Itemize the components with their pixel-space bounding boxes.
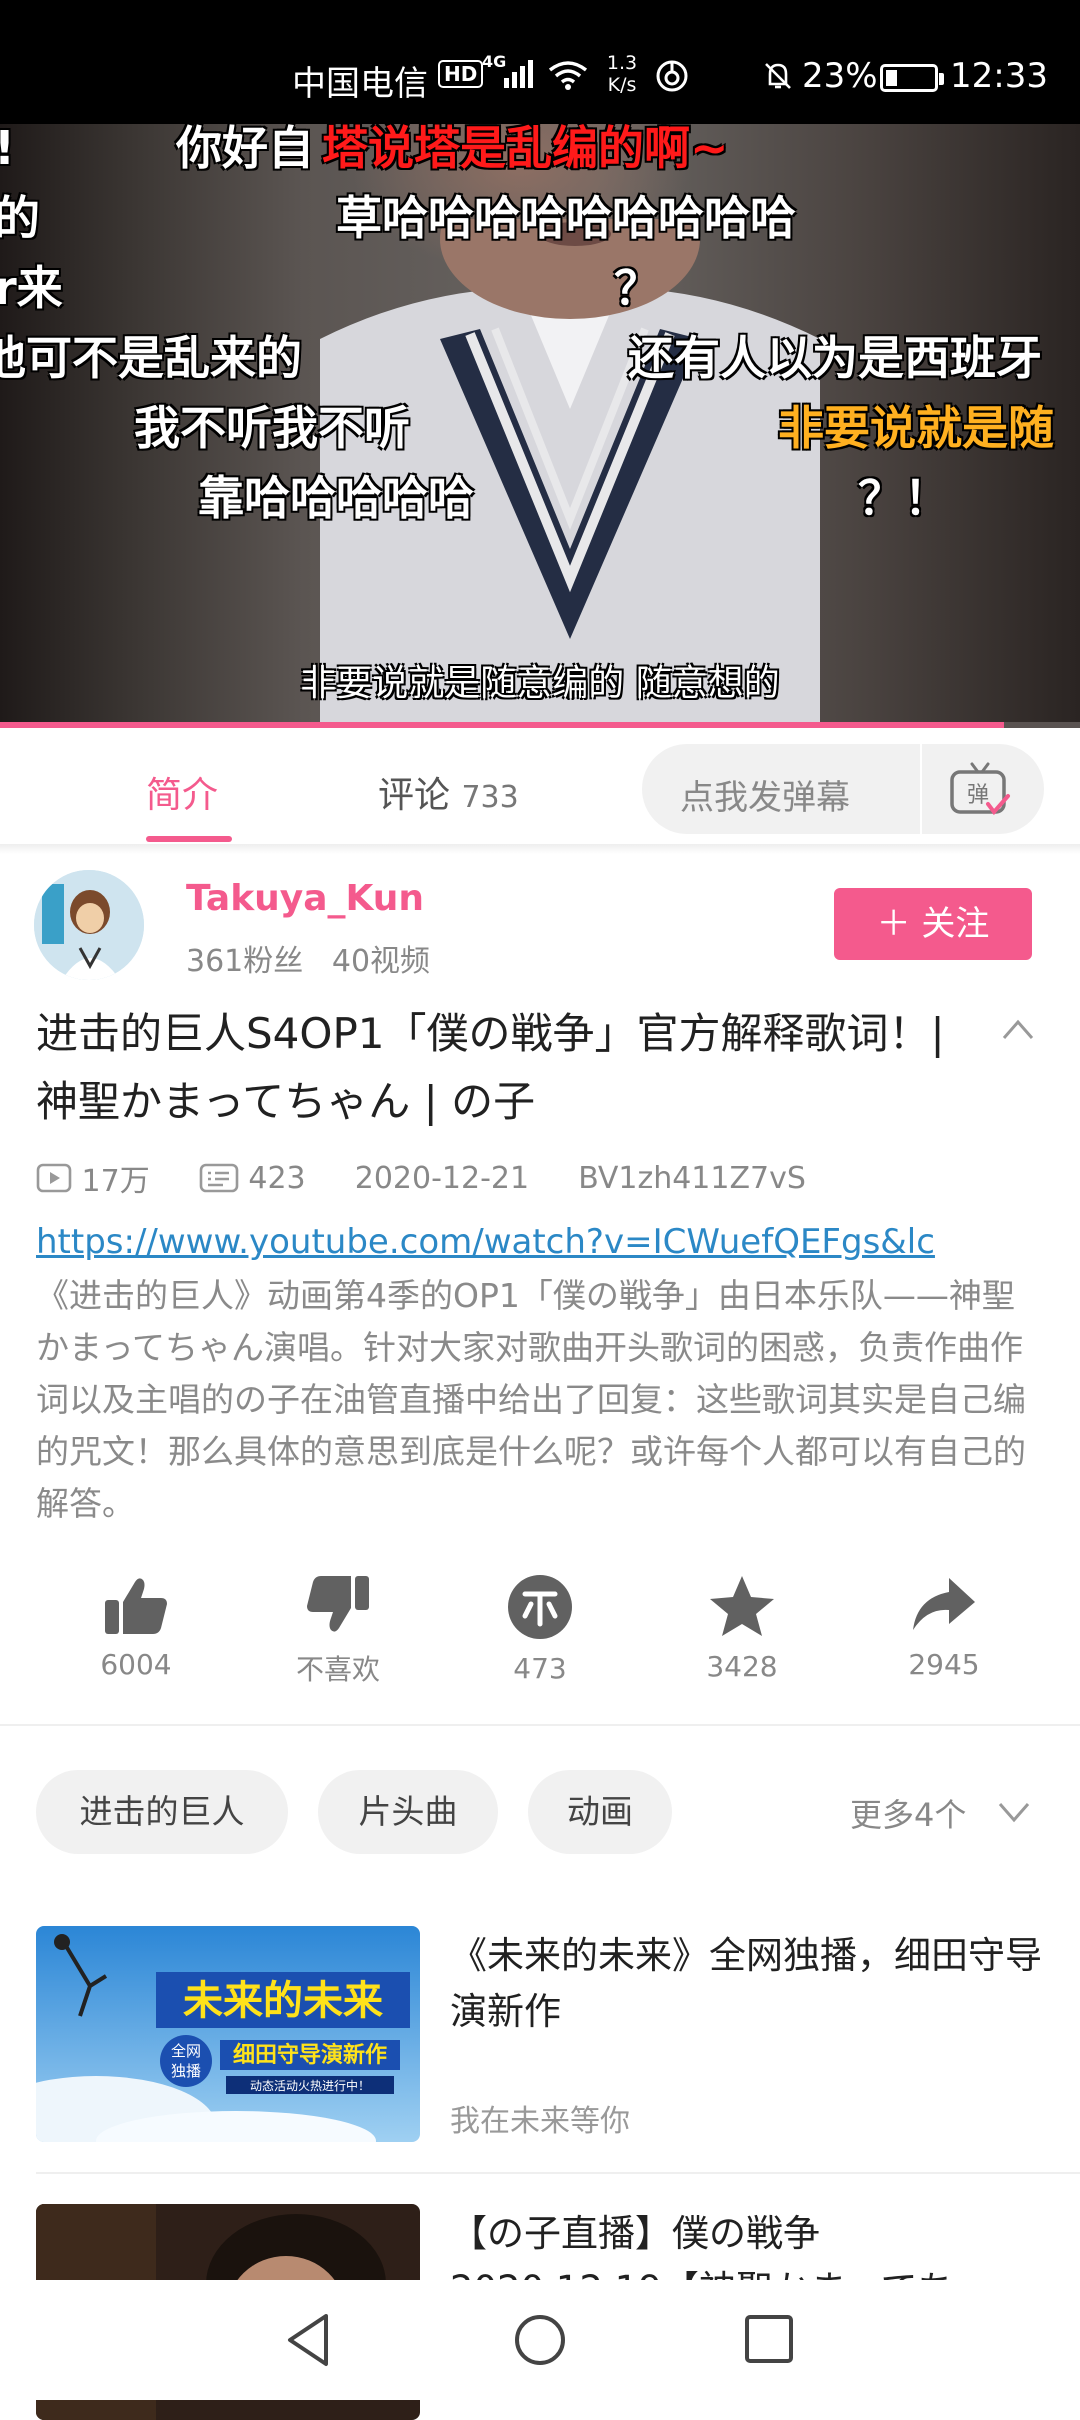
- system-nav-bar: [0, 2280, 1080, 2400]
- comments-count: 733: [461, 780, 519, 815]
- tab-active-indicator: [146, 836, 232, 842]
- svg-text:动态活动火热进行中！: 动态活动火热进行中！: [250, 2078, 370, 2093]
- recommended-title[interactable]: 《未来的未来》全网独播，细田守导演新作: [450, 1928, 1050, 2040]
- bvid: BV1zh411Z7vS: [578, 1160, 806, 1196]
- share-count: 2945: [908, 1648, 980, 1681]
- danmaku-comment: 草哈哈哈哈哈哈哈哈哈: [336, 191, 796, 245]
- coin-count: 473: [513, 1652, 567, 1685]
- video-description: 《进击的巨人》动画第4季的OP1「僕の戦争」由日本乐队——神聖かまってちゃん演唱…: [36, 1276, 1026, 1523]
- hd-badge: HD: [438, 60, 484, 88]
- uploader-name[interactable]: Takuya_Kun: [186, 878, 424, 919]
- danmaku-count-icon: [199, 1163, 239, 1193]
- back-icon[interactable]: [284, 2312, 332, 2368]
- favorite-count: 3428: [706, 1650, 778, 1683]
- danmaku-comment: r来: [0, 261, 63, 315]
- danmaku-count: 423: [248, 1160, 306, 1196]
- star-icon: [710, 1576, 774, 1636]
- mute-bell-icon: [765, 63, 791, 89]
- like-count: 6004: [100, 1648, 172, 1681]
- svg-text:全网: 全网: [171, 2042, 201, 2060]
- dislike-button[interactable]: 不喜欢: [268, 1574, 408, 1688]
- play-count-icon: [36, 1163, 72, 1193]
- avatar[interactable]: [34, 870, 144, 980]
- network-speed: 1.3 K/s: [606, 52, 638, 96]
- recommended-thumbnail[interactable]: 未来的未来 全网 独播 细田守导演新作 动态活动火热进行中！: [36, 1926, 420, 2142]
- svg-text:弹: 弹: [967, 783, 989, 808]
- tag-chip[interactable]: 动画: [528, 1770, 672, 1854]
- danmaku-input-placeholder: 点我发弹幕: [680, 778, 850, 818]
- danmaku-comment: 塔说塔是乱编的啊~: [322, 124, 729, 175]
- hotspot-icon: [656, 60, 688, 92]
- thumbs-up-icon: [105, 1578, 167, 1634]
- danmaku-comment: ？！: [858, 471, 950, 525]
- svg-text:独播: 独播: [171, 2062, 201, 2080]
- like-button[interactable]: 6004: [66, 1574, 206, 1681]
- recents-icon[interactable]: [744, 2314, 794, 2364]
- publish-date: 2020-12-21: [354, 1160, 530, 1196]
- favorite-button[interactable]: 3428: [672, 1574, 812, 1683]
- svg-text:细田守导演新作: 细田守导演新作: [233, 2042, 387, 2068]
- danmaku-comment: 的: [0, 191, 40, 245]
- uploader-stats: 361粉丝 40视频: [186, 936, 430, 980]
- clock: 12:33: [950, 56, 1048, 96]
- fans-count: 361粉丝: [186, 944, 304, 979]
- tag-chip[interactable]: 进击的巨人: [36, 1770, 288, 1854]
- more-tags-button[interactable]: 更多4个: [850, 1790, 966, 1836]
- video-meta: 17万 423 2020-12-21 BV1zh411Z7vS: [36, 1156, 806, 1200]
- danmaku-toggle-icon[interactable]: 弹: [948, 760, 1012, 820]
- play-count: 17万: [81, 1164, 150, 1199]
- wifi-icon: [548, 61, 588, 90]
- dislike-label: 不喜欢: [295, 1653, 380, 1686]
- thumbs-down-icon: [307, 1576, 369, 1632]
- video-title: 进击的巨人S4OP1「僕の戦争」官方解释歌词！| 神聖かまってちゃん | の子: [36, 1009, 945, 1126]
- video-count: 40视频: [331, 944, 431, 979]
- video-player[interactable]: ! 你好自 塔说塔是乱编的啊~ 的 草哈哈哈哈哈哈哈哈哈 r来 ？ 他可不是乱来…: [0, 124, 1080, 728]
- description-link[interactable]: https://www.youtube.com/watch?v=ICWuefQE…: [36, 1222, 935, 1262]
- coin-button[interactable]: 473: [470, 1574, 610, 1685]
- tab-intro[interactable]: 简介: [146, 766, 218, 818]
- danmaku-comment: 靠哈哈哈哈哈: [198, 471, 474, 525]
- coin-icon: [508, 1575, 572, 1639]
- danmaku-comment: 你好自: [176, 124, 314, 175]
- tab-comments[interactable]: 评论 733: [378, 766, 519, 818]
- share-icon: [913, 1578, 975, 1630]
- tab-bar: 简介 评论 733 点我发弹幕 弹: [0, 728, 1080, 846]
- follow-button[interactable]: ＋ 关注: [834, 888, 1032, 960]
- status-bar: 中国电信 HD 4G 1.3 K/s 23% 12:33: [0, 0, 1080, 124]
- danmaku-input[interactable]: 点我发弹幕 弹: [642, 744, 1044, 834]
- carrier-name: 中国电信: [292, 64, 428, 104]
- battery-percent: 23%: [802, 56, 878, 96]
- danmaku-comment: 还有人以为是西班牙: [628, 331, 1042, 385]
- svg-text:未来的未来: 未来的未来: [183, 1978, 383, 2024]
- signal-icon: [504, 60, 533, 88]
- danmaku-comment: 非要说就是随: [778, 401, 1054, 455]
- chevron-up-icon[interactable]: [1000, 1014, 1036, 1044]
- recommended-subtitle: 我在未来等你: [450, 2104, 630, 2139]
- danmaku-comment: 我不听我不听: [134, 401, 410, 455]
- danmaku-comment: !: [0, 124, 15, 172]
- tag-chip[interactable]: 片头曲: [318, 1770, 498, 1854]
- video-subtitle: 非要说就是随意编的 随意想的: [300, 663, 780, 704]
- recommended-title[interactable]: 【の子直播】僕の戦争 2020.12.19【神聖かまってち: [450, 2206, 1050, 2280]
- chevron-down-icon[interactable]: [996, 1800, 1032, 1824]
- share-button[interactable]: 2945: [874, 1574, 1014, 1681]
- battery-icon: [880, 64, 944, 92]
- danmaku-comment: 他可不是乱来的: [0, 331, 302, 385]
- danmaku-comment: ？: [614, 261, 660, 315]
- home-icon[interactable]: [512, 2312, 568, 2368]
